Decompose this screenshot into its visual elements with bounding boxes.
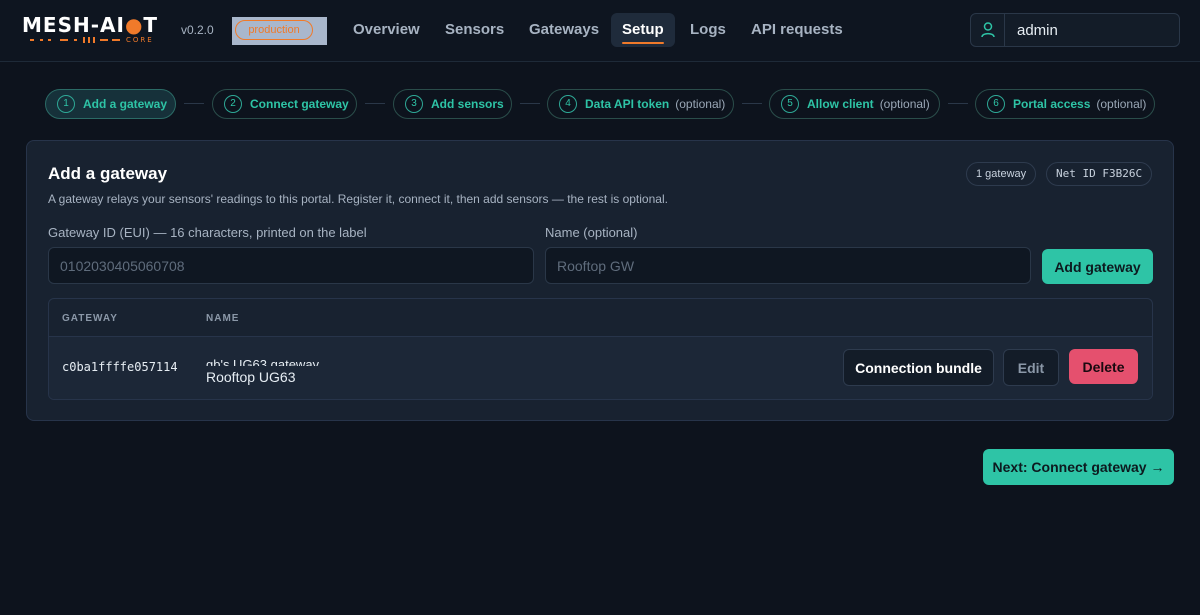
step-connector <box>184 103 204 104</box>
next-connect-gateway-button[interactable]: Next: Connect gateway → <box>983 449 1174 485</box>
delete-button[interactable]: Delete <box>1069 349 1138 384</box>
step-connector <box>948 103 968 104</box>
brand-logo[interactable]: MESH-AI●T CORE <box>22 13 172 45</box>
step-number: 3 <box>405 95 423 113</box>
top-bar: MESH-AI●T CORE v0.2.0 production Overvie… <box>0 0 1200 62</box>
step-add-sensors[interactable]: 3 Add sensors <box>393 89 512 119</box>
step-add-gateway[interactable]: 1 Add a gateway <box>45 89 176 119</box>
card-title: Add a gateway <box>48 164 168 183</box>
step-optional-label: (optional) <box>1096 97 1147 111</box>
brand-subtitle: CORE <box>126 36 154 44</box>
gateway-count-badge: 1 gateway <box>966 162 1037 186</box>
brand-name-part: MESH-AI <box>22 13 125 37</box>
eui-field-label: Gateway ID (EUI) — 16 characters, printe… <box>48 225 367 240</box>
nav-setup[interactable]: Setup <box>611 13 675 47</box>
step-label: Data API token <box>585 97 670 111</box>
eui-input[interactable] <box>48 247 534 284</box>
nav-sensors[interactable]: Sensors <box>434 13 515 47</box>
column-header-gateway: GATEWAY <box>62 313 118 324</box>
card-description: A gateway relays your sensors' readings … <box>48 192 668 206</box>
step-label: Connect gateway <box>250 97 349 111</box>
gateway-eui: c0ba1ffffe057114 <box>62 360 178 374</box>
step-connector <box>520 103 540 104</box>
user-name: admin <box>1017 22 1058 39</box>
step-data-api-token[interactable]: 4 Data API token (optional) <box>547 89 734 119</box>
gateway-name: Rooftop UG63 <box>206 369 296 385</box>
brand-name-part: T <box>143 13 159 37</box>
connection-bundle-button[interactable]: Connection bundle <box>843 349 994 386</box>
step-label: Portal access <box>1013 97 1091 111</box>
step-label: Allow client <box>807 97 874 111</box>
gateway-table: GATEWAY NAME c0ba1ffffe057114 gb's UG63 … <box>48 298 1153 400</box>
environment-badge: production <box>232 17 327 45</box>
table-row: c0ba1ffffe057114 gb's UG63 gateway Rooft… <box>49 337 1152 399</box>
user-icon <box>971 14 1005 46</box>
step-allow-client[interactable]: 5 Allow client (optional) <box>769 89 940 119</box>
user-menu[interactable]: admin <box>970 13 1180 47</box>
step-number: 4 <box>559 95 577 113</box>
step-connect-gateway[interactable]: 2 Connect gateway <box>212 89 357 119</box>
version-label: v0.2.0 <box>181 23 214 37</box>
nav-logs[interactable]: Logs <box>679 13 737 47</box>
edit-button[interactable]: Edit <box>1003 349 1059 386</box>
environment-badge-label: production <box>235 20 313 40</box>
step-connector <box>742 103 762 104</box>
add-gateway-card: Add a gateway A gateway relays your sens… <box>26 140 1174 421</box>
step-number: 6 <box>987 95 1005 113</box>
column-header-name: NAME <box>206 313 240 324</box>
step-label: Add a gateway <box>83 97 168 111</box>
nav-gateways[interactable]: Gateways <box>518 13 610 47</box>
step-optional-label: (optional) <box>879 97 930 111</box>
brand-name: MESH-AI●T <box>22 13 158 37</box>
step-connector <box>365 103 385 104</box>
step-number: 1 <box>57 95 75 113</box>
name-field-label: Name (optional) <box>545 225 638 240</box>
brand-dot-icon: ● <box>124 13 144 37</box>
name-input[interactable] <box>545 247 1031 284</box>
step-label: Add sensors <box>431 97 504 111</box>
nav-api-requests[interactable]: API requests <box>740 13 854 47</box>
step-portal-access[interactable]: 6 Portal access (optional) <box>975 89 1155 119</box>
step-number: 5 <box>781 95 799 113</box>
gateway-name-previous: gb's UG63 gateway <box>206 358 320 366</box>
nav-overview[interactable]: Overview <box>342 13 431 47</box>
table-header: GATEWAY NAME <box>49 299 1152 337</box>
step-number: 2 <box>224 95 242 113</box>
step-optional-label: (optional) <box>675 97 726 111</box>
setup-stepper: 1 Add a gateway 2 Connect gateway 3 Add … <box>45 89 1160 119</box>
add-gateway-button[interactable]: Add gateway <box>1042 249 1153 284</box>
net-id-badge: Net ID F3B26C <box>1046 162 1153 186</box>
signal-bars-icon <box>30 37 120 43</box>
